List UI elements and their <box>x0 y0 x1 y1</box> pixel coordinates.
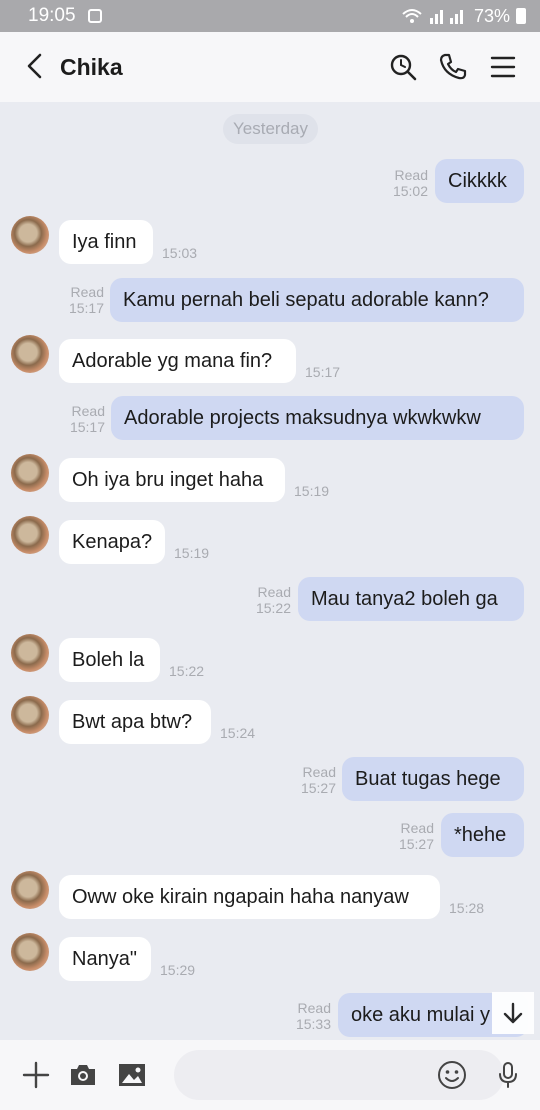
avatar[interactable] <box>11 696 49 734</box>
status-time: 19:05 <box>28 5 76 26</box>
message-meta: Read 15:17 <box>69 284 104 316</box>
image-icon[interactable] <box>117 1060 147 1090</box>
message-bubble[interactable]: Oww oke kirain ngapain haha nanyaw <box>59 875 440 919</box>
input-bar <box>0 1040 540 1110</box>
message-time: 15:22 <box>255 600 291 616</box>
message-meta: Read 15:02 <box>393 167 428 199</box>
message-bubble[interactable]: Boleh la <box>59 638 160 682</box>
avatar[interactable] <box>11 216 49 254</box>
message-time: 15:33 <box>295 1016 331 1032</box>
arrow-down-icon <box>503 1002 523 1024</box>
read-receipt: Read <box>71 403 105 419</box>
message-time: 15:17 <box>69 419 105 435</box>
message-time: 15:27 <box>398 836 434 852</box>
message-meta: Read 15:22 <box>256 584 291 616</box>
message-time: 15:03 <box>162 245 198 261</box>
read-receipt: Read <box>297 1000 331 1016</box>
message-time: 15:17 <box>305 364 341 380</box>
signal-icon <box>429 10 463 24</box>
status-right: 73% <box>402 6 526 27</box>
wifi-icon <box>402 9 422 23</box>
message-time: 15:29 <box>160 962 196 978</box>
avatar[interactable] <box>11 871 49 909</box>
notification-icon <box>87 9 102 23</box>
message-bubble[interactable]: Oh iya bru inget haha <box>59 458 285 502</box>
scroll-down-button[interactable] <box>492 992 534 1034</box>
chevron-left-icon[interactable] <box>22 52 50 80</box>
phone-icon[interactable] <box>438 52 468 82</box>
read-receipt: Read <box>257 584 291 600</box>
search-icon[interactable] <box>388 52 418 82</box>
read-receipt: Read <box>394 167 428 183</box>
battery-icon <box>516 8 526 24</box>
status-bar: 19:05 73% <box>0 0 540 32</box>
chat-area[interactable]: Yesterday Read 15:02 Cikkkk Iya finn 15:… <box>0 102 540 1040</box>
message-bubble[interactable]: Kenapa? <box>59 520 165 564</box>
message-time: 15:27 <box>300 780 336 796</box>
message-time: 15:24 <box>220 725 256 741</box>
read-receipt: Read <box>302 764 336 780</box>
message-meta: Read 15:27 <box>301 764 336 796</box>
message-bubble[interactable]: Bwt apa btw? <box>59 700 211 744</box>
message-bubble[interactable]: Adorable yg mana fin? <box>59 339 296 383</box>
plus-icon[interactable] <box>21 1060 51 1090</box>
message-meta: Read 15:33 <box>296 1000 331 1032</box>
chat-title: Chika <box>60 54 123 80</box>
message-time: 15:02 <box>392 183 428 199</box>
menu-icon[interactable] <box>488 52 518 82</box>
avatar[interactable] <box>11 516 49 554</box>
message-bubble[interactable]: Iya finn <box>59 220 153 264</box>
avatar[interactable] <box>11 933 49 971</box>
camera-icon[interactable] <box>68 1060 98 1090</box>
message-bubble[interactable]: Nanya" <box>59 937 151 981</box>
message-meta: Read 15:17 <box>70 403 105 435</box>
date-separator: Yesterday <box>223 114 318 144</box>
message-time: 15:22 <box>169 663 205 679</box>
message-bubble[interactable]: Buat tugas hege <box>342 757 524 801</box>
chat-header: Chika <box>0 32 540 102</box>
message-meta: Read 15:27 <box>399 820 434 852</box>
avatar[interactable] <box>11 454 49 492</box>
avatar[interactable] <box>11 634 49 672</box>
battery-percent: 73% <box>473 5 510 26</box>
message-time: 15:19 <box>294 483 330 499</box>
avatar[interactable] <box>11 335 49 373</box>
message-bubble[interactable]: Cikkkk <box>435 159 524 203</box>
message-bubble[interactable]: Mau tanya2 boleh ga <box>298 577 524 621</box>
message-time: 15:28 <box>449 900 485 916</box>
emoji-icon[interactable] <box>437 1060 467 1090</box>
message-bubble[interactable]: Kamu pernah beli sepatu adorable kann? <box>110 278 524 322</box>
read-receipt: Read <box>70 284 104 300</box>
message-bubble[interactable]: *hehe <box>441 813 524 857</box>
message-time: 15:19 <box>174 545 210 561</box>
read-receipt: Read <box>400 820 434 836</box>
message-time: 15:17 <box>68 300 104 316</box>
microphone-icon[interactable] <box>493 1060 523 1090</box>
message-bubble[interactable]: Adorable projects maksudnya wkwkwkw <box>111 396 524 440</box>
